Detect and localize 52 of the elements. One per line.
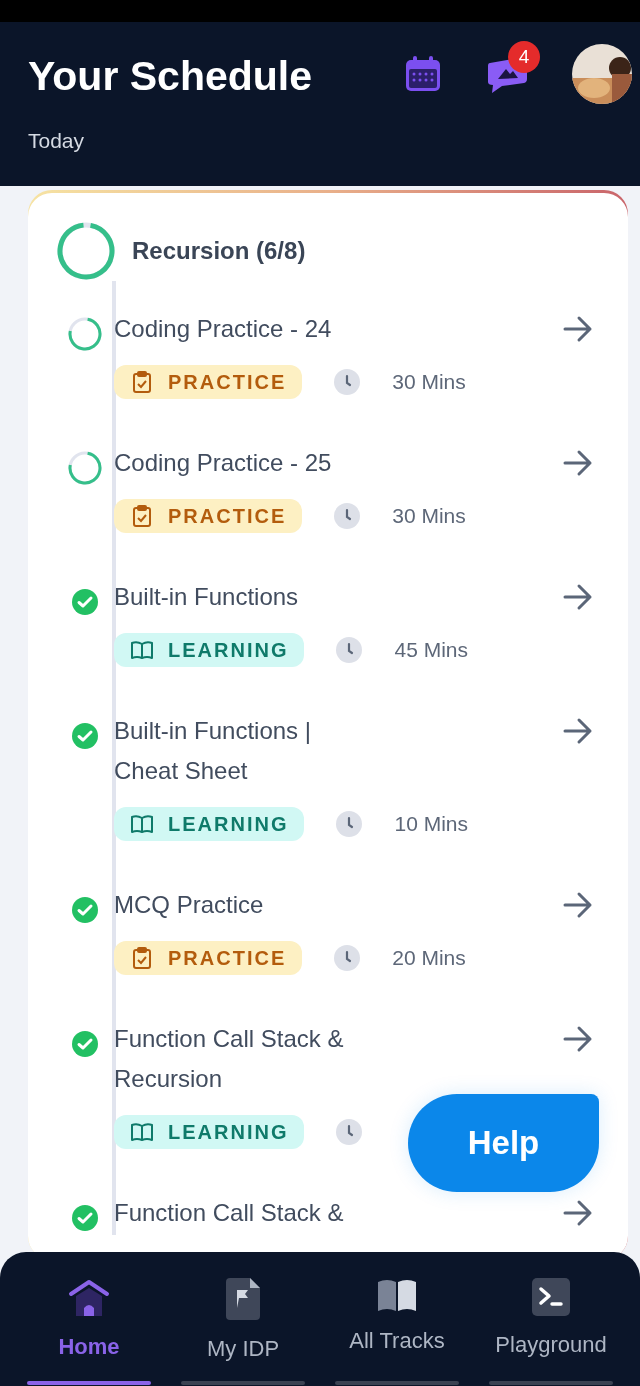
arrow-icon[interactable] — [562, 1025, 594, 1053]
item-title: Built-in Functions | Cheat Sheet — [114, 716, 312, 786]
book-icon — [130, 1120, 154, 1144]
book-icon — [130, 812, 154, 836]
book-icon — [130, 638, 154, 662]
clipboard-icon — [130, 946, 154, 970]
category-tag: LEARNING — [114, 1115, 305, 1149]
document-icon — [226, 1278, 260, 1320]
home-icon — [67, 1278, 111, 1318]
nav-tab[interactable]: Home — [12, 1252, 166, 1386]
page-title: Your Schedule — [28, 54, 313, 100]
date-label: Today — [28, 128, 86, 155]
item-title: Built-in Functions — [114, 582, 300, 612]
arrow-icon[interactable] — [562, 315, 594, 343]
item-title: Coding Practice - 25 — [114, 448, 333, 478]
clock-icon — [336, 637, 363, 663]
clock-icon — [334, 503, 361, 529]
category-tag: LEARNING — [114, 633, 305, 667]
arrow-icon[interactable] — [562, 891, 594, 919]
item-title: Coding Practice - 24 — [114, 314, 333, 344]
category-tag: PRACTICE — [114, 365, 303, 399]
progress-ring — [56, 221, 116, 281]
duration-label: 30 Mins — [392, 369, 466, 396]
clock-icon — [334, 369, 361, 395]
clipboard-icon — [130, 370, 154, 394]
item-title: Function Call Stack & — [114, 1198, 345, 1228]
arrow-icon[interactable] — [562, 717, 594, 745]
category-tag: PRACTICE — [114, 941, 303, 975]
duration-label: 10 Mins — [394, 811, 468, 838]
nav-tab[interactable]: Playground — [474, 1252, 628, 1386]
category-tag: PRACTICE — [114, 499, 303, 533]
module-title: Recursion (6/8) — [132, 236, 306, 266]
book-icon — [377, 1278, 417, 1312]
item-title: Function Call Stack & Recursion — [114, 1024, 345, 1094]
arrow-icon[interactable] — [562, 1199, 594, 1227]
nav-tab[interactable]: All Tracks — [320, 1252, 474, 1386]
clock-icon — [336, 1119, 363, 1145]
item-title: MCQ Practice — [114, 890, 265, 920]
nav-tab[interactable]: My IDP — [166, 1252, 320, 1386]
clock-icon — [334, 945, 361, 971]
arrow-icon[interactable] — [562, 583, 594, 611]
arrow-icon[interactable] — [562, 449, 594, 477]
duration-label: 20 Mins — [392, 945, 466, 972]
calendar-icon[interactable] — [404, 55, 442, 93]
clipboard-icon — [130, 504, 154, 528]
help-button[interactable]: Help — [408, 1094, 599, 1192]
terminal-icon — [532, 1278, 570, 1316]
duration-label: 45 Mins — [394, 637, 468, 664]
duration-label: 30 Mins — [392, 503, 466, 530]
clock-icon — [336, 811, 363, 837]
category-tag: LEARNING — [114, 807, 305, 841]
notification-badge: 4 — [508, 41, 540, 73]
